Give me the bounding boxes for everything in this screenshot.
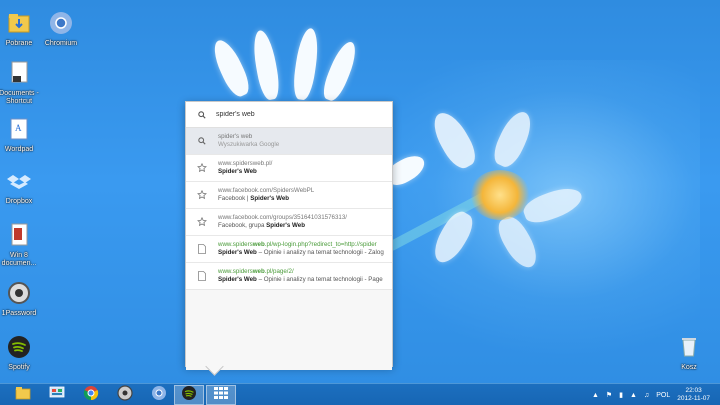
chromium-icon [46,8,76,38]
taskbar-control-panel[interactable] [42,385,72,405]
suggestion-title-match: Spider's Web [250,195,290,202]
suggestion-title-match: Spider's Web [218,276,257,283]
desktop-icon-label: Dropbox [5,198,33,205]
clock[interactable]: 22:03 2012-11-07 [677,387,710,403]
desktop-icon-label: Spotify [8,364,30,371]
star-icon [196,189,208,201]
page-icon [196,243,208,255]
wallpaper-petal [319,38,361,104]
clock-time: 22:03 [685,387,702,394]
suggestion-title-rest: – Opinie i analizy na temat technologii … [256,276,383,283]
start-grid-icon [213,386,229,405]
file-explorer-icon [15,386,31,405]
network-icon[interactable]: ▲ [630,392,637,399]
suggestion-url-match: web [252,241,265,248]
wordpad-icon: A [4,114,34,144]
taskbar-file-explorer[interactable] [8,385,38,405]
desktop-icon-kosz[interactable]: Kosz [664,332,714,372]
search-input[interactable] [216,111,376,118]
suggestion-url-prefix: www.spiders [218,268,253,275]
spotify-icon [4,332,34,362]
wallpaper-petal [208,36,254,100]
suggestion-title-match: Spider's Web [218,249,257,256]
desktop-icon-label: 1Password [1,310,37,317]
suggestion-url-match: web [252,268,265,275]
desktop-icon-dropbox[interactable]: Dropbox [0,166,44,206]
suggestion-title-match: Spider's Web [266,222,305,229]
document-shortcut-icon [4,58,34,88]
taskbar: ▲ ⚑ ▮ ▲ ♫ POL 22:03 2012-11-07 [0,383,720,405]
popup-empty-area [186,290,392,370]
chrome-icon [83,385,99,405]
folder-download-icon [4,8,34,38]
suggestion-title: Facebook, grupa Spider's Web [218,222,388,230]
taskbar-chromium[interactable] [144,385,174,405]
language-indicator[interactable]: POL [656,392,670,399]
taskbar-spotify[interactable] [174,385,204,405]
show-hidden-icons-icon[interactable]: ▲ [592,392,599,399]
wallpaper-petal [250,28,282,102]
suggestion-title-prefix: Facebook | [218,195,251,202]
star-icon [196,216,208,228]
svg-text:A: A [15,123,22,133]
suggestion-title: Spider's Web – Opinie i analizy na temat… [218,276,388,284]
chromium-icon [151,385,167,405]
suggestion-url-rest: .pl/page/2/ [264,268,294,275]
suggestion-url: www.facebook.com/groups/351641031576313/ [218,214,347,221]
pdf-document-icon [4,220,34,250]
taskbar-app[interactable] [110,384,140,405]
desktop-icon-1password[interactable]: 1Password [0,278,44,318]
desktop-icon-label: Chromium [44,40,78,47]
suggestion-title: Facebook | Spider's Web [218,195,388,203]
search-box[interactable] [186,102,392,128]
suggestion-url: www.facebook.com/SpidersWebPL [218,187,315,194]
suggestion-title-prefix: Facebook, grupa [218,222,267,229]
1password-icon [4,278,34,308]
desktop-icon-win8-document[interactable]: Win 8 documen... [0,220,44,268]
suggestion-title: Wyszukiwarka Google [218,141,280,148]
desktop-icon-label: Kosz [681,364,697,371]
dropbox-icon [4,166,34,196]
suggestion-url: www.spidersweb.pl/page/2/ [218,268,388,276]
suggestion-item[interactable]: www.spidersweb.pl/ Spider's Web [186,155,392,182]
system-tray: ▲ ⚑ ▮ ▲ ♫ POL 22:03 2012-11-07 [592,384,720,405]
recycle-bin-icon [674,332,704,362]
desktop-icon-label: Wordpad [4,146,34,153]
suggestion-title-rest: – Opinie i analizy na temat technologii … [256,249,384,256]
search-icon [198,106,206,124]
desktop-icon-label: Documents - Shortcut [0,90,39,105]
suggestion-url: www.spidersweb.pl/ [218,160,273,167]
control-panel-icon [49,386,65,405]
flag-icon[interactable]: ⚑ [606,391,612,399]
taskbar-chrome[interactable] [76,385,106,405]
suggestion-url-prefix: www.spiders [218,241,253,248]
wallpaper-flower-center [470,170,530,220]
suggestion-title: Spider's Web [218,168,257,175]
search-icon [196,135,208,147]
suggestion-item[interactable]: www.facebook.com/groups/351641031576313/… [186,209,392,236]
battery-icon[interactable]: ▮ [619,391,623,399]
suggestion-item[interactable]: www.spidersweb.pl/wp-login.php?redirect_… [186,236,392,263]
suggestion-item[interactable]: spider's web Wyszukiwarka Google [186,128,392,155]
suggestion-url: www.spidersweb.pl/wp-login.php?redirect_… [218,241,388,249]
star-icon [196,162,208,174]
desktop-icon-wordpad[interactable]: A Wordpad [0,114,44,154]
suggestion-item[interactable]: www.facebook.com/SpidersWebPL Facebook |… [186,182,392,209]
suggestion-item[interactable]: www.spidersweb.pl/page/2/ Spider's Web –… [186,263,392,290]
clock-date: 2012-11-07 [677,395,710,402]
spotify-icon [181,385,197,405]
taskbar-start-grid[interactable] [206,385,236,405]
desktop-icon-label: Win 8 documen... [1,252,37,267]
wallpaper-petal [291,26,321,102]
search-popup: spider's web Wyszukiwarka Google www.spi… [185,101,393,370]
page-icon [196,270,208,282]
desktop-icon-documents[interactable]: Documents - Shortcut [0,58,44,106]
suggestion-url-rest: .pl/wp-login.php?redirect_to=http://spid… [264,241,377,248]
desktop-icon-chromium[interactable]: Chromium [36,8,86,48]
desktop-icon-spotify[interactable]: Spotify [0,332,44,372]
suggestion-title: Spider's Web – Opinie i analizy na temat… [218,249,388,257]
app-icon [117,384,133,405]
suggestion-url: spider's web [218,133,253,140]
volume-icon[interactable]: ♫ [644,392,649,399]
